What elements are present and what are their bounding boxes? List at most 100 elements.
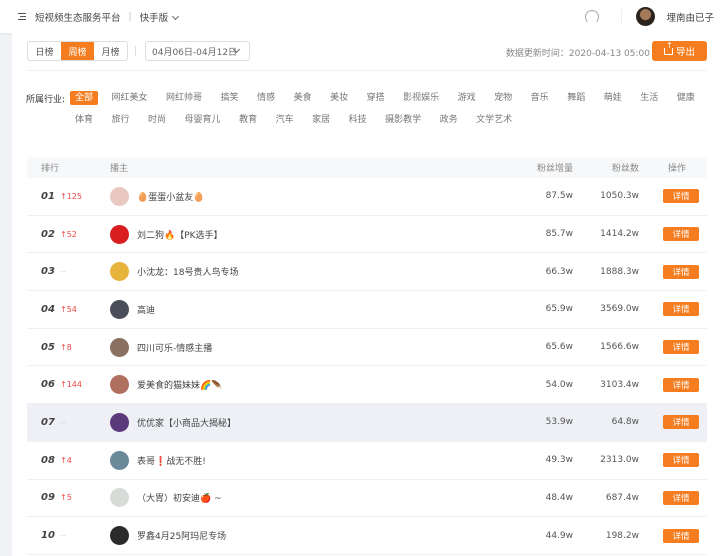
industry-option[interactable]: 舞蹈 xyxy=(562,91,590,105)
industry-option[interactable]: 萌娃 xyxy=(599,91,627,105)
export-button[interactable]: 导出 xyxy=(652,41,707,61)
industry-option[interactable]: 摄影教学 xyxy=(380,113,426,127)
industry-option[interactable]: 美食 xyxy=(289,91,317,105)
avatar[interactable] xyxy=(110,488,129,508)
industry-option[interactable]: 母婴育儿 xyxy=(180,113,226,127)
anchor-name[interactable]: 四川可乐-情感主播 xyxy=(137,341,212,354)
period-tabs: 日榜 周榜 月榜 xyxy=(27,41,128,61)
table-row: 02 ↑52 刘二狗🔥【PK选手】 85.7w 1414.2w 详情 xyxy=(27,216,707,254)
rank-change: ↑144 xyxy=(60,380,82,390)
details-button[interactable]: 详情 xyxy=(663,415,699,430)
industry-option[interactable]: 家居 xyxy=(307,113,335,127)
details-button[interactable]: 详情 xyxy=(663,227,699,242)
industry-option[interactable]: 美妆 xyxy=(325,91,353,105)
rank: 09 xyxy=(41,492,55,504)
anchor-name[interactable]: 小沈龙：18号贵人鸟专场 xyxy=(137,265,238,278)
tab-period[interactable]: 周榜 xyxy=(61,42,94,60)
fans-increase: 53.9w xyxy=(545,417,573,428)
anchor-name[interactable]: 高迪 xyxy=(137,303,155,316)
fans-increase: 44.9w xyxy=(545,530,573,541)
tab-period[interactable]: 月榜 xyxy=(94,42,127,60)
details-button[interactable]: 详情 xyxy=(663,302,699,317)
industry-option[interactable]: 情感 xyxy=(252,91,280,105)
details-button[interactable]: 详情 xyxy=(663,377,699,392)
export-icon xyxy=(663,42,673,55)
avatar[interactable] xyxy=(110,526,129,546)
date-range-select[interactable]: 04月06日-04月12日 xyxy=(145,41,250,61)
table-row: 07 -- 优优家【小商品大揭秘】 53.9w 64.8w 详情 xyxy=(27,404,707,442)
rank: 06 xyxy=(41,379,55,391)
details-button[interactable]: 详情 xyxy=(663,189,699,204)
anchor-name[interactable]: 刘二狗🔥【PK选手】 xyxy=(137,228,223,241)
details-button[interactable]: 详情 xyxy=(663,453,699,468)
details-button[interactable]: 详情 xyxy=(663,340,699,355)
industry-option[interactable]: 政务 xyxy=(435,113,463,127)
tab-period[interactable]: 日榜 xyxy=(28,42,61,60)
industry-option[interactable]: 影视娱乐 xyxy=(398,91,444,105)
header-anchor: 播主 xyxy=(110,164,129,174)
headset-icon[interactable] xyxy=(585,9,600,24)
header-increase[interactable]: 粉丝增量 xyxy=(537,161,573,174)
avatar[interactable] xyxy=(110,337,129,357)
avatar[interactable] xyxy=(110,186,129,206)
rank: 10 xyxy=(41,530,55,542)
anchor-name[interactable]: 爱美食的猫妹妹🌈🪶 xyxy=(137,378,222,391)
industry-option[interactable]: 体育 xyxy=(70,113,98,127)
anchor-name[interactable]: 优优家【小商品大揭秘】 xyxy=(137,416,236,429)
menu-icon[interactable] xyxy=(18,13,26,20)
header-fans[interactable]: 粉丝数 xyxy=(612,161,639,174)
fans-count: 3103.4w xyxy=(600,379,639,390)
table-row: 06 ↑144 爱美食的猫妹妹🌈🪶 54.0w 3103.4w 详情 xyxy=(27,366,707,405)
platform-switcher[interactable]: 快手版 xyxy=(140,10,180,24)
rank-change: ↑125 xyxy=(60,191,82,201)
avatar[interactable] xyxy=(110,224,129,244)
rank-change: -- xyxy=(60,267,66,277)
fans-count: 64.8w xyxy=(611,417,639,428)
fans-increase: 65.9w xyxy=(545,304,573,315)
industry-option[interactable]: 时尚 xyxy=(143,113,171,127)
avatar[interactable] xyxy=(110,412,129,432)
industry-option[interactable]: 网红帅哥 xyxy=(161,91,207,105)
username[interactable]: 埋南由已子 xyxy=(666,10,714,24)
industry-option[interactable]: 科技 xyxy=(344,113,372,127)
avatar[interactable] xyxy=(110,299,129,319)
industry-option[interactable]: 旅行 xyxy=(107,113,135,127)
title-separator: | xyxy=(128,11,132,22)
industry-option[interactable]: 搞笑 xyxy=(216,91,244,105)
avatar[interactable] xyxy=(636,7,656,26)
details-button[interactable]: 详情 xyxy=(663,528,699,543)
details-button[interactable]: 详情 xyxy=(663,264,699,279)
anchor-name[interactable]: （大胃）初安迪🍎 ~ xyxy=(137,491,222,504)
industry-option[interactable]: 宠物 xyxy=(489,91,517,105)
industry-option[interactable]: 穿搭 xyxy=(362,91,390,105)
rank-change: ↑54 xyxy=(60,304,77,314)
rank-change: ↑52 xyxy=(60,229,77,239)
fans-count: 687.4w xyxy=(605,492,639,503)
industry-option[interactable]: 网红美女 xyxy=(107,91,153,105)
fans-increase: 66.3w xyxy=(545,266,573,277)
industry-option[interactable]: 教育 xyxy=(234,113,262,127)
avatar[interactable] xyxy=(110,375,129,395)
table-row: 05 ↑8 四川可乐-情感主播 65.6w 1566.6w 详情 xyxy=(27,329,707,367)
fans-increase: 54.0w xyxy=(545,379,573,390)
fans-increase: 85.7w xyxy=(545,229,573,240)
industry-option[interactable]: 全部 xyxy=(70,91,99,105)
rank: 07 xyxy=(41,416,55,428)
fans-count: 1888.3w xyxy=(600,266,639,277)
industry-option[interactable]: 游戏 xyxy=(453,91,481,105)
rank: 02 xyxy=(41,228,55,240)
industry-option[interactable]: 文学艺术 xyxy=(471,113,517,127)
table-row: 10 -- 罗鑫4月25阿玛尼专场 44.9w 198.2w 详情 xyxy=(27,517,707,555)
anchor-name[interactable]: 🥚蛋蛋小盆友🥚 xyxy=(137,190,204,203)
industry-option[interactable]: 汽车 xyxy=(271,113,299,127)
fans-increase: 65.6w xyxy=(545,342,573,353)
avatar[interactable] xyxy=(110,262,129,282)
industry-option[interactable]: 音乐 xyxy=(526,91,554,105)
update-time: 数据更新时间：2020-04-13 05:00 xyxy=(505,49,650,59)
avatar[interactable] xyxy=(110,450,129,470)
details-button[interactable]: 详情 xyxy=(663,490,699,505)
industry-option[interactable]: 生活 xyxy=(635,91,663,105)
industry-option[interactable]: 健康 xyxy=(672,91,700,105)
anchor-name[interactable]: 罗鑫4月25阿玛尼专场 xyxy=(137,529,226,542)
anchor-name[interactable]: 表哥❗战无不胜! xyxy=(137,454,206,467)
